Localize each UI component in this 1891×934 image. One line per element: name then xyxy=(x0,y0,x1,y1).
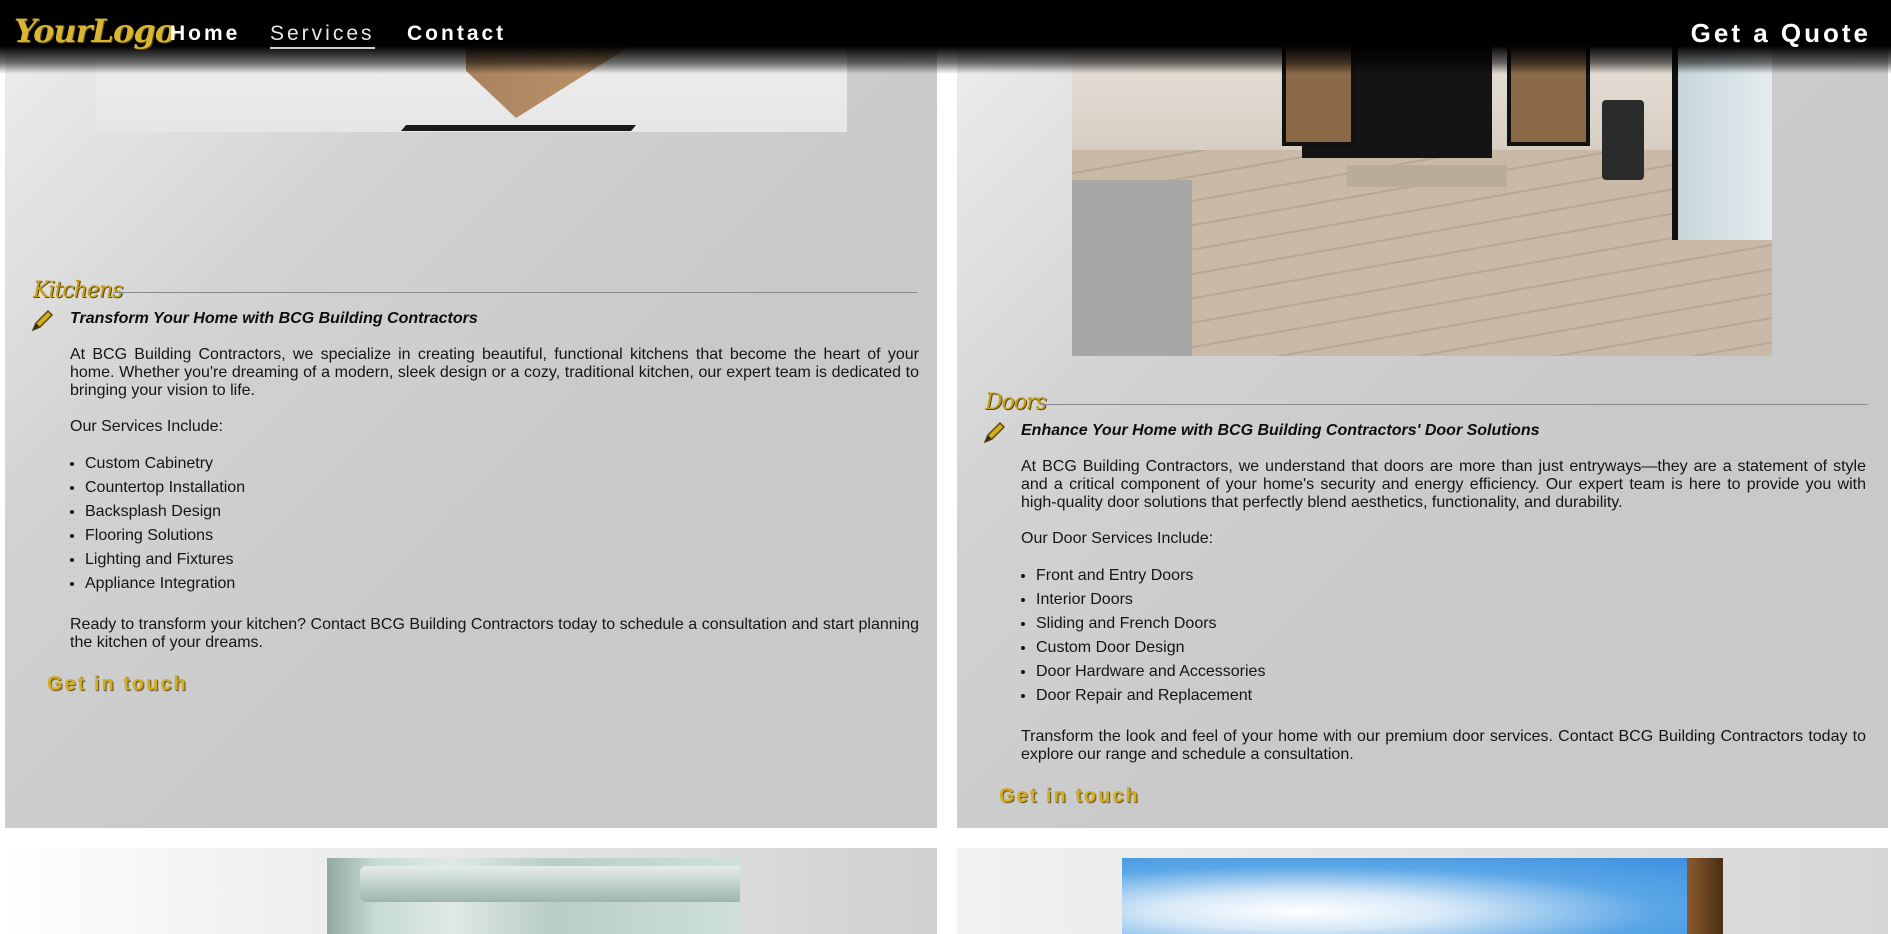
list-item: Door Repair and Replacement xyxy=(1036,684,1265,708)
list-item: Lighting and Fixtures xyxy=(85,548,245,572)
list-item: Door Hardware and Accessories xyxy=(1036,660,1265,684)
doors-services-list: Front and Entry Doors Interior Doors Sli… xyxy=(1021,564,1265,708)
doors-services-label: Our Door Services Include: xyxy=(1021,530,1214,547)
doors-closing: Transform the look and feel of your home… xyxy=(1021,728,1866,763)
doors-card: Doors Enhance Your Home with BCG Buildin… xyxy=(957,0,1888,828)
kitchens-services-label: Our Services Include: xyxy=(70,418,223,435)
doors-intro: At BCG Building Contractors, we understa… xyxy=(1021,458,1866,511)
pencil-icon xyxy=(983,421,1006,444)
list-item: Appliance Integration xyxy=(85,572,245,596)
kitchens-card: Kitchens Transform Your Home with BCG Bu… xyxy=(5,0,937,828)
doors-get-in-touch-button[interactable]: Get in touch xyxy=(999,785,1140,808)
kitchens-subheading: Transform Your Home with BCG Building Co… xyxy=(70,310,478,327)
list-item: Front and Entry Doors xyxy=(1036,564,1265,588)
doors-title: Doors xyxy=(985,390,1047,415)
list-item: Custom Door Design xyxy=(1036,636,1265,660)
list-item: Countertop Installation xyxy=(85,476,245,500)
doors-subheading: Enhance Your Home with BCG Building Cont… xyxy=(1021,422,1540,439)
kitchens-closing: Ready to transform your kitchen? Contact… xyxy=(70,616,919,651)
nav-contact-link[interactable]: Contact xyxy=(407,22,506,46)
list-item: Custom Cabinetry xyxy=(85,452,245,476)
list-item: Backsplash Design xyxy=(85,500,245,524)
kitchens-title: Kitchens xyxy=(33,278,123,303)
nav-services-link[interactable]: Services xyxy=(270,22,375,49)
list-item: Interior Doors xyxy=(1036,588,1265,612)
next-service-card-left xyxy=(5,848,937,934)
kitchens-intro: At BCG Building Contractors, we speciali… xyxy=(70,346,919,399)
kitchens-section: Kitchens Transform Your Home with BCG Bu… xyxy=(5,278,937,708)
doors-section: Doors Enhance Your Home with BCG Buildin… xyxy=(957,390,1888,820)
kitchens-get-in-touch-button[interactable]: Get in touch xyxy=(47,673,188,696)
sky-photo xyxy=(1122,858,1720,934)
nav-home-link[interactable]: Home xyxy=(170,22,240,46)
title-divider xyxy=(113,292,917,293)
pencil-icon xyxy=(31,309,54,332)
list-item: Flooring Solutions xyxy=(85,524,245,548)
title-divider xyxy=(1041,404,1868,405)
top-nav: YourLogo Home Services Contact Get a Quo… xyxy=(0,0,1891,74)
next-service-card-right xyxy=(957,848,1888,934)
list-item: Sliding and French Doors xyxy=(1036,612,1265,636)
get-a-quote-button[interactable]: Get a Quote xyxy=(1691,18,1871,49)
kitchens-services-list: Custom Cabinetry Countertop Installation… xyxy=(70,452,245,596)
site-logo[interactable]: YourLogo xyxy=(14,12,176,50)
